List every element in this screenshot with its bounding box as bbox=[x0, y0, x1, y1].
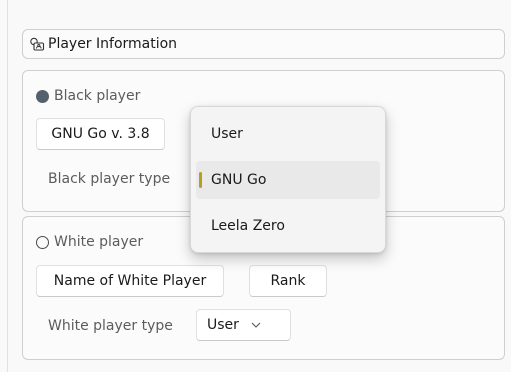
white-player-label: White player bbox=[54, 234, 144, 250]
white-player-type-label: White player type bbox=[48, 318, 173, 334]
selection-indicator bbox=[199, 172, 202, 188]
white-player-title: White player bbox=[36, 234, 143, 250]
option-label: Leela Zero bbox=[211, 218, 285, 234]
dropdown-option-user[interactable]: User bbox=[196, 115, 380, 153]
left-divider bbox=[7, 0, 8, 372]
option-label: User bbox=[211, 126, 243, 142]
black-player-type-dropdown: User GNU Go Leela Zero bbox=[190, 106, 386, 253]
player-info-icon bbox=[29, 37, 45, 51]
rank-button[interactable]: Rank bbox=[249, 265, 327, 297]
black-player-type-label: Black player type bbox=[48, 171, 171, 187]
white-stone-icon bbox=[36, 235, 49, 249]
dropdown-option-leela-zero[interactable]: Leela Zero bbox=[196, 207, 380, 245]
player-information-header[interactable]: Player Information bbox=[22, 29, 505, 59]
chevron-down-icon bbox=[251, 321, 261, 329]
black-player-title: Black player bbox=[36, 88, 140, 104]
white-player-type-select[interactable]: User bbox=[196, 309, 291, 341]
player-information-title: Player Information bbox=[48, 36, 178, 52]
black-player-label: Black player bbox=[54, 88, 141, 104]
white-player-name-field[interactable]: Name of White Player bbox=[36, 265, 224, 297]
dropdown-option-gnu-go[interactable]: GNU Go bbox=[196, 161, 380, 199]
option-label: GNU Go bbox=[211, 172, 267, 188]
black-player-name-field[interactable]: GNU Go v. 3.8 bbox=[36, 118, 165, 150]
black-stone-icon bbox=[36, 89, 49, 103]
white-player-type-value: User bbox=[207, 317, 239, 333]
